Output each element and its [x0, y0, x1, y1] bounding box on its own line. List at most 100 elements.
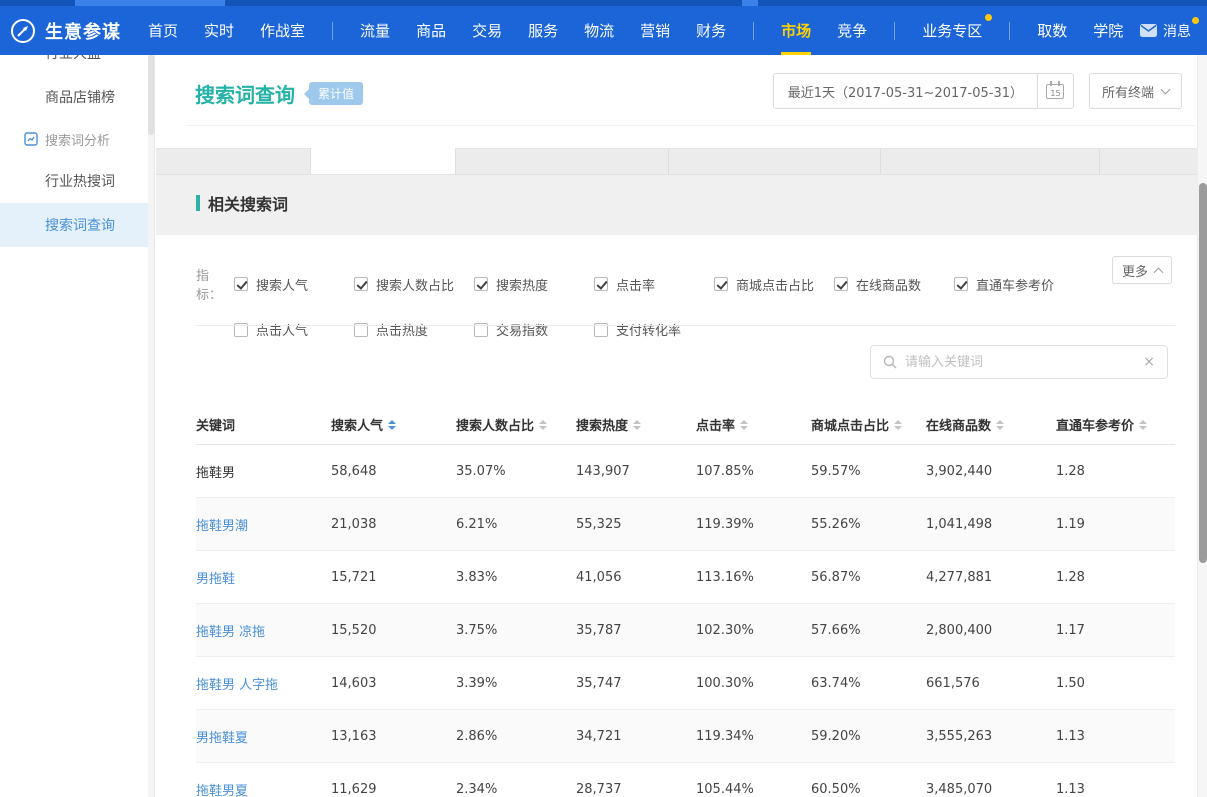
messages-label: 消息	[1163, 21, 1191, 41]
sidebar-item[interactable]: 商品店铺榜	[0, 75, 154, 119]
value-cell: 1.28	[1056, 570, 1175, 585]
sort-icon[interactable]	[740, 420, 748, 430]
table-row: 拖鞋男夏11,6292.34%28,737105.44%60.50%3,485,…	[196, 763, 1175, 797]
page-scrollbar-thumb[interactable]	[1199, 183, 1207, 563]
tab-5[interactable]	[1100, 148, 1207, 174]
column-header[interactable]: 搜索人气	[331, 415, 456, 434]
nav-divider	[753, 22, 754, 40]
column-header-label: 搜索人气	[331, 415, 383, 434]
nav-item[interactable]: 作战室	[247, 6, 318, 55]
tab-2[interactable]	[456, 148, 669, 174]
column-header[interactable]: 搜索热度	[576, 415, 696, 434]
checkbox-checked-icon[interactable]	[234, 277, 248, 291]
metric-checkbox[interactable]: 商城点击占比	[714, 275, 834, 294]
checkbox-checked-icon[interactable]	[714, 277, 728, 291]
sort-icon[interactable]	[996, 420, 1004, 430]
column-header[interactable]: 搜索人数占比	[456, 415, 576, 434]
metric-checkbox-label: 点击热度	[376, 320, 428, 339]
keyword-cell[interactable]: 拖鞋男潮	[196, 515, 331, 534]
tab-1[interactable]	[311, 148, 456, 174]
related-search-panel: 指标： 搜索人气搜索人数占比搜索热度点击率商城点击占比在线商品数直通车参考价 点…	[156, 235, 1207, 797]
column-header[interactable]: 在线商品数	[926, 415, 1056, 434]
nav-item[interactable]: 物流	[571, 6, 627, 55]
keyword-cell: 拖鞋男	[196, 462, 331, 481]
nav-item-label: 物流	[584, 20, 614, 41]
keyword-cell[interactable]: 拖鞋男 凉拖	[196, 621, 331, 640]
metric-checkbox-label: 搜索人数占比	[376, 275, 454, 294]
sort-icon[interactable]	[1139, 420, 1147, 430]
metric-checkbox[interactable]: 点击人气	[234, 320, 354, 339]
more-button[interactable]: 更多	[1112, 256, 1172, 284]
checkbox-checked-icon[interactable]	[594, 277, 608, 291]
metric-checkbox-label: 点击率	[616, 275, 655, 294]
value-cell: 14,603	[331, 676, 456, 691]
checkbox-checked-icon[interactable]	[474, 277, 488, 291]
column-header[interactable]: 商城点击占比	[811, 415, 926, 434]
value-cell: 59.57%	[811, 464, 926, 479]
metric-checkbox[interactable]: 点击热度	[354, 320, 474, 339]
sidebar-item[interactable]: 行业大盘	[0, 55, 154, 75]
sidebar-item[interactable]: 行业热搜词	[0, 159, 154, 203]
table-body: 拖鞋男58,64835.07%143,907107.85%59.57%3,902…	[196, 445, 1175, 797]
date-range-picker[interactable]: 最近1天（2017-05-31~2017-05-31） 15	[773, 73, 1074, 109]
nav-item[interactable]: 营销	[627, 6, 683, 55]
sort-icon[interactable]	[539, 420, 547, 430]
nav-item[interactable]: 竞争	[824, 6, 880, 55]
checkbox-checked-icon[interactable]	[354, 277, 368, 291]
keyword-cell[interactable]: 男拖鞋	[196, 568, 331, 587]
sidebar-item-label: 商品店铺榜	[45, 87, 115, 107]
nav-item[interactable]: 服务	[515, 6, 571, 55]
sort-icon[interactable]	[894, 420, 902, 430]
keyword-cell[interactable]: 男拖鞋夏	[196, 727, 331, 746]
metric-checkbox[interactable]: 支付转化率	[594, 320, 714, 339]
nav-item[interactable]: 流量	[347, 6, 403, 55]
keyword-search-input[interactable]	[905, 355, 1135, 370]
nav-item[interactable]: 首页	[135, 6, 191, 55]
sort-icon[interactable]	[633, 420, 641, 430]
column-header[interactable]: 直通车参考价	[1056, 415, 1175, 434]
metric-checkbox[interactable]: 搜索人数占比	[354, 275, 474, 294]
sort-asc-arrow	[740, 420, 748, 424]
value-cell: 6.21%	[456, 517, 576, 532]
brand-logo[interactable]: 生意参谋	[0, 18, 135, 44]
value-cell: 2,800,400	[926, 623, 1056, 638]
terminal-select[interactable]: 所有终端	[1089, 73, 1182, 109]
sort-icon[interactable]	[388, 420, 396, 430]
nav-item[interactable]: 业务专区	[909, 6, 995, 55]
value-cell: 55.26%	[811, 517, 926, 532]
tab-4[interactable]	[881, 148, 1100, 174]
nav-item[interactable]: 实时	[191, 6, 247, 55]
calendar-button[interactable]: 15	[1037, 74, 1073, 108]
metric-checkbox[interactable]: 直通车参考价	[954, 275, 1074, 294]
metric-checkbox-label: 在线商品数	[856, 275, 921, 294]
nav-item[interactable]: 财务	[683, 6, 739, 55]
nav-item[interactable]: 取数	[1024, 6, 1080, 55]
checkbox-checked-icon[interactable]	[834, 277, 848, 291]
sidebar-item[interactable]: 搜索词查询	[0, 203, 154, 247]
nav-item[interactable]: 市场	[768, 6, 824, 55]
metric-checkbox[interactable]: 交易指数	[474, 320, 594, 339]
clear-search-icon[interactable]: ×	[1143, 355, 1155, 369]
nav-item[interactable]: 学院	[1080, 6, 1136, 55]
nav-item[interactable]: 交易	[459, 6, 515, 55]
sidebar-scrollbar-thumb[interactable]	[148, 55, 154, 135]
tab-3[interactable]	[669, 148, 882, 174]
metric-checkbox[interactable]: 点击率	[594, 275, 714, 294]
cumulative-value-badge: 累计值	[309, 82, 363, 105]
column-header-label: 直通车参考价	[1056, 415, 1134, 434]
keyword-cell[interactable]: 拖鞋男夏	[196, 780, 331, 797]
metric-checkbox[interactable]: 在线商品数	[834, 275, 954, 294]
messages-button[interactable]: 消息	[1140, 21, 1207, 41]
page-scrollbar[interactable]	[1197, 55, 1207, 797]
sidebar-scrollbar[interactable]	[148, 55, 154, 797]
metric-checkbox-label: 商城点击占比	[736, 275, 814, 294]
metric-checkbox[interactable]: 搜索热度	[474, 275, 594, 294]
metric-checkbox[interactable]: 搜索人气	[234, 275, 354, 294]
tab-0[interactable]	[156, 148, 311, 174]
nav-item-label: 商品	[416, 20, 446, 41]
checkbox-checked-icon[interactable]	[954, 277, 968, 291]
nav-item[interactable]: 商品	[403, 6, 459, 55]
column-header[interactable]: 点击率	[696, 415, 811, 434]
keyword-cell[interactable]: 拖鞋男 人字拖	[196, 674, 331, 693]
terminal-select-value: 所有终端	[1102, 82, 1154, 101]
